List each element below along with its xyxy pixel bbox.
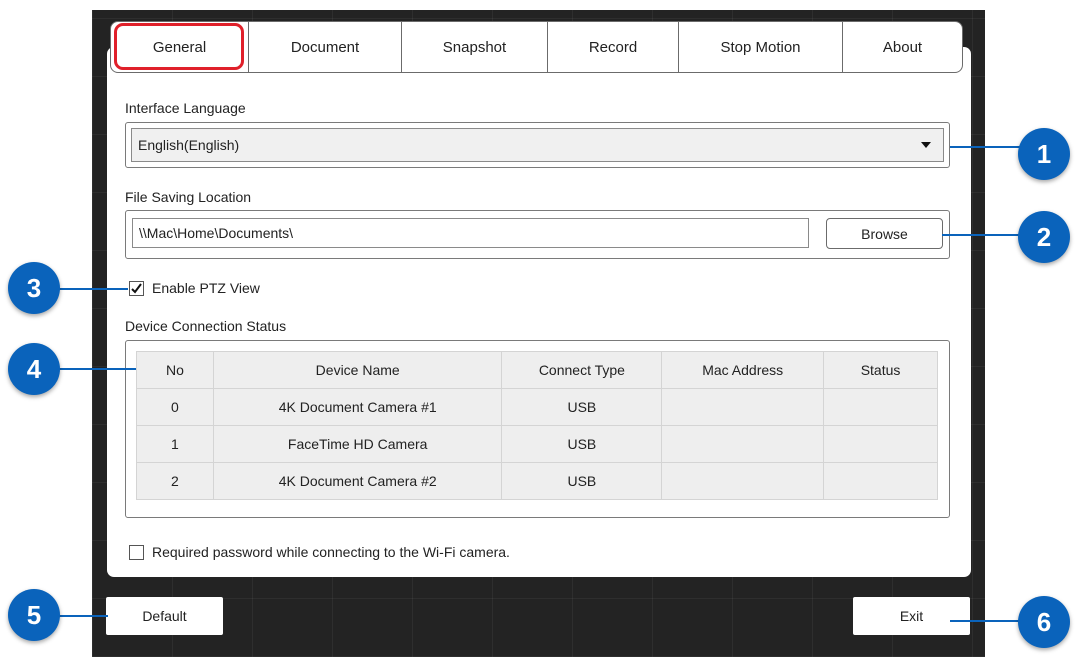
callout-line-6 bbox=[950, 620, 1022, 622]
callout-line-5 bbox=[56, 615, 108, 617]
tab-stop-motion[interactable]: Stop Motion bbox=[679, 22, 843, 72]
cell-status bbox=[823, 462, 938, 500]
callout-line-2 bbox=[942, 234, 1022, 236]
callout-badge-6: 6 bbox=[1018, 596, 1070, 648]
interface-language-value: English(English) bbox=[138, 137, 240, 153]
cell-no: 0 bbox=[136, 388, 214, 426]
callout-line-1 bbox=[950, 146, 1022, 148]
device-table-group: No Device Name Connect Type Mac Address … bbox=[125, 340, 950, 518]
tab-record[interactable]: Record bbox=[548, 22, 679, 72]
device-connection-status-label: Device Connection Status bbox=[125, 318, 287, 334]
cell-no: 2 bbox=[136, 462, 214, 500]
cell-status bbox=[823, 425, 938, 463]
browse-button[interactable]: Browse bbox=[826, 218, 943, 249]
callout-badge-1: 1 bbox=[1018, 128, 1070, 180]
default-button[interactable]: Default bbox=[106, 597, 223, 635]
table-row[interactable]: 2 4K Document Camera #2 USB bbox=[136, 462, 938, 500]
interface-language-select[interactable]: English(English) bbox=[125, 122, 950, 168]
table-row[interactable]: 0 4K Document Camera #1 USB bbox=[136, 388, 938, 426]
tab-snapshot[interactable]: Snapshot bbox=[402, 22, 548, 72]
cell-mac-address bbox=[661, 425, 825, 463]
tab-document[interactable]: Document bbox=[249, 22, 402, 72]
table-header-row: No Device Name Connect Type Mac Address … bbox=[136, 351, 938, 389]
cell-mac-address bbox=[661, 388, 825, 426]
cell-status bbox=[823, 388, 938, 426]
exit-button[interactable]: Exit bbox=[853, 597, 970, 635]
required-password-label: Required password while connecting to th… bbox=[152, 544, 510, 560]
file-saving-location-group: Browse bbox=[125, 210, 950, 259]
column-header-status: Status bbox=[823, 351, 938, 389]
table-row[interactable]: 1 FaceTime HD Camera USB bbox=[136, 425, 938, 463]
cell-connect-type: USB bbox=[501, 425, 663, 463]
tab-bar: General Document Snapshot Record Stop Mo… bbox=[110, 21, 963, 73]
tab-about[interactable]: About bbox=[843, 22, 962, 72]
checkmark-icon bbox=[131, 283, 142, 294]
column-header-no: No bbox=[136, 351, 214, 389]
cell-device-name: 4K Document Camera #1 bbox=[212, 388, 503, 426]
cell-connect-type: USB bbox=[501, 388, 663, 426]
cell-device-name: FaceTime HD Camera bbox=[212, 425, 503, 463]
cell-mac-address bbox=[661, 462, 825, 500]
enable-ptz-checkbox[interactable] bbox=[129, 281, 144, 296]
device-table: No Device Name Connect Type Mac Address … bbox=[136, 351, 938, 500]
tab-general[interactable]: General bbox=[111, 22, 249, 72]
enable-ptz-label: Enable PTZ View bbox=[152, 280, 260, 296]
column-header-mac-address: Mac Address bbox=[661, 351, 825, 389]
required-password-checkbox[interactable] bbox=[129, 545, 144, 560]
callout-line-4 bbox=[56, 368, 136, 370]
callout-badge-3: 3 bbox=[8, 262, 60, 314]
chevron-down-icon[interactable] bbox=[921, 142, 931, 148]
cell-no: 1 bbox=[136, 425, 214, 463]
file-saving-path-input[interactable] bbox=[132, 218, 809, 248]
callout-line-3 bbox=[56, 288, 128, 290]
cell-connect-type: USB bbox=[501, 462, 663, 500]
callout-badge-5: 5 bbox=[8, 589, 60, 641]
column-header-connect-type: Connect Type bbox=[501, 351, 663, 389]
callout-badge-4: 4 bbox=[8, 343, 60, 395]
interface-language-label: Interface Language bbox=[125, 100, 246, 116]
file-saving-location-label: File Saving Location bbox=[125, 189, 252, 205]
callout-badge-2: 2 bbox=[1018, 211, 1070, 263]
column-header-device-name: Device Name bbox=[212, 351, 503, 389]
cell-device-name: 4K Document Camera #2 bbox=[212, 462, 503, 500]
